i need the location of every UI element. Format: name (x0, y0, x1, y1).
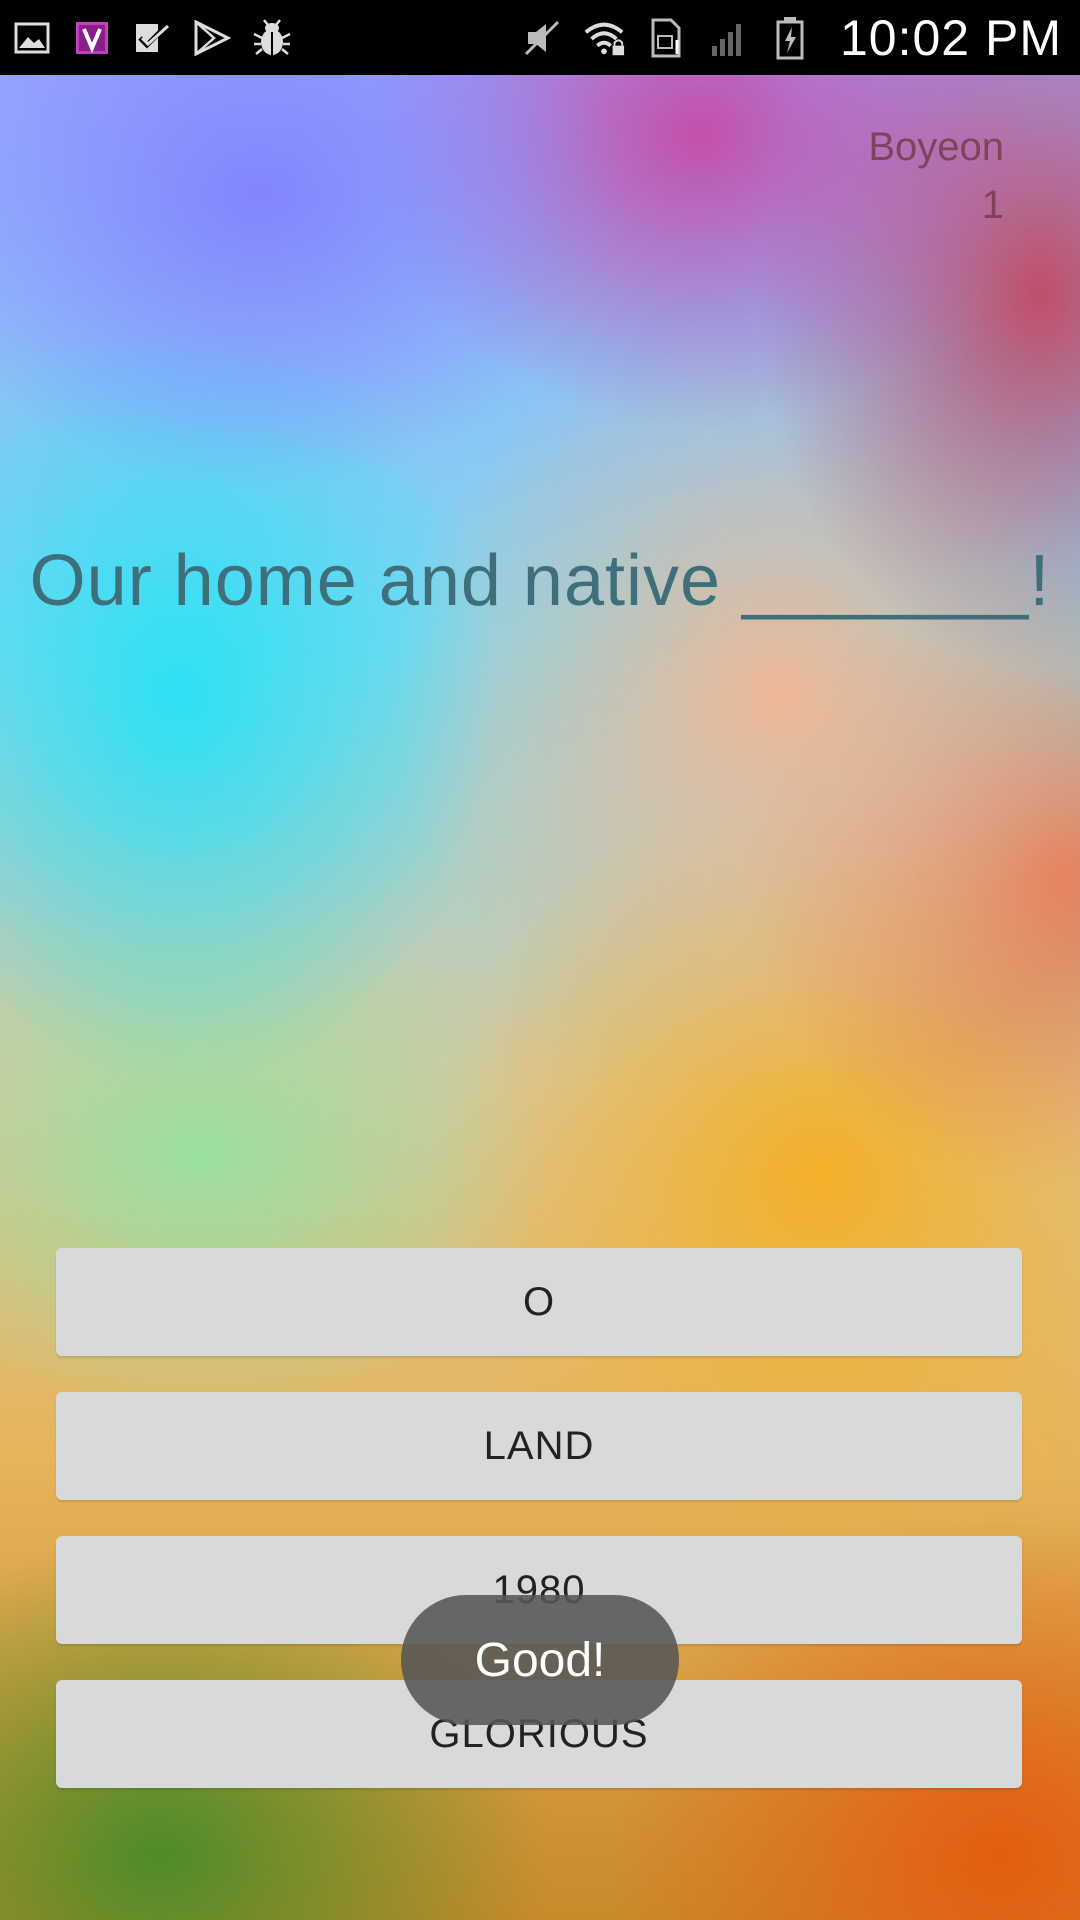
wifi-lock-icon (582, 16, 626, 60)
task-check-icon (130, 16, 174, 60)
v-app-icon (70, 16, 114, 60)
status-bar: 10:02 PM (0, 0, 1080, 75)
question-text: Our home and native _______! (29, 541, 1051, 621)
answer-list: O LAND 1980 GLORIOUS (56, 1248, 1022, 1824)
answer-button-2[interactable]: LAND (56, 1392, 1022, 1500)
sim-icon (644, 16, 688, 60)
notification-icons (10, 0, 294, 75)
bug-icon (250, 16, 294, 60)
battery-charging-icon (768, 16, 812, 60)
play-store-icon (190, 16, 234, 60)
quiz-screen: Boyeon 1 Our home and native _______! O … (0, 75, 1080, 1920)
system-icons: 10:02 PM (520, 0, 1062, 75)
mute-icon (520, 16, 564, 60)
answer-button-1[interactable]: O (56, 1248, 1022, 1356)
feedback-toast: Good! (401, 1595, 679, 1725)
player-score: 1 (981, 183, 1004, 227)
player-name: Boyeon (868, 125, 1004, 169)
clock: 10:02 PM (839, 9, 1062, 66)
signal-icon (706, 16, 750, 60)
gallery-icon (10, 16, 54, 60)
